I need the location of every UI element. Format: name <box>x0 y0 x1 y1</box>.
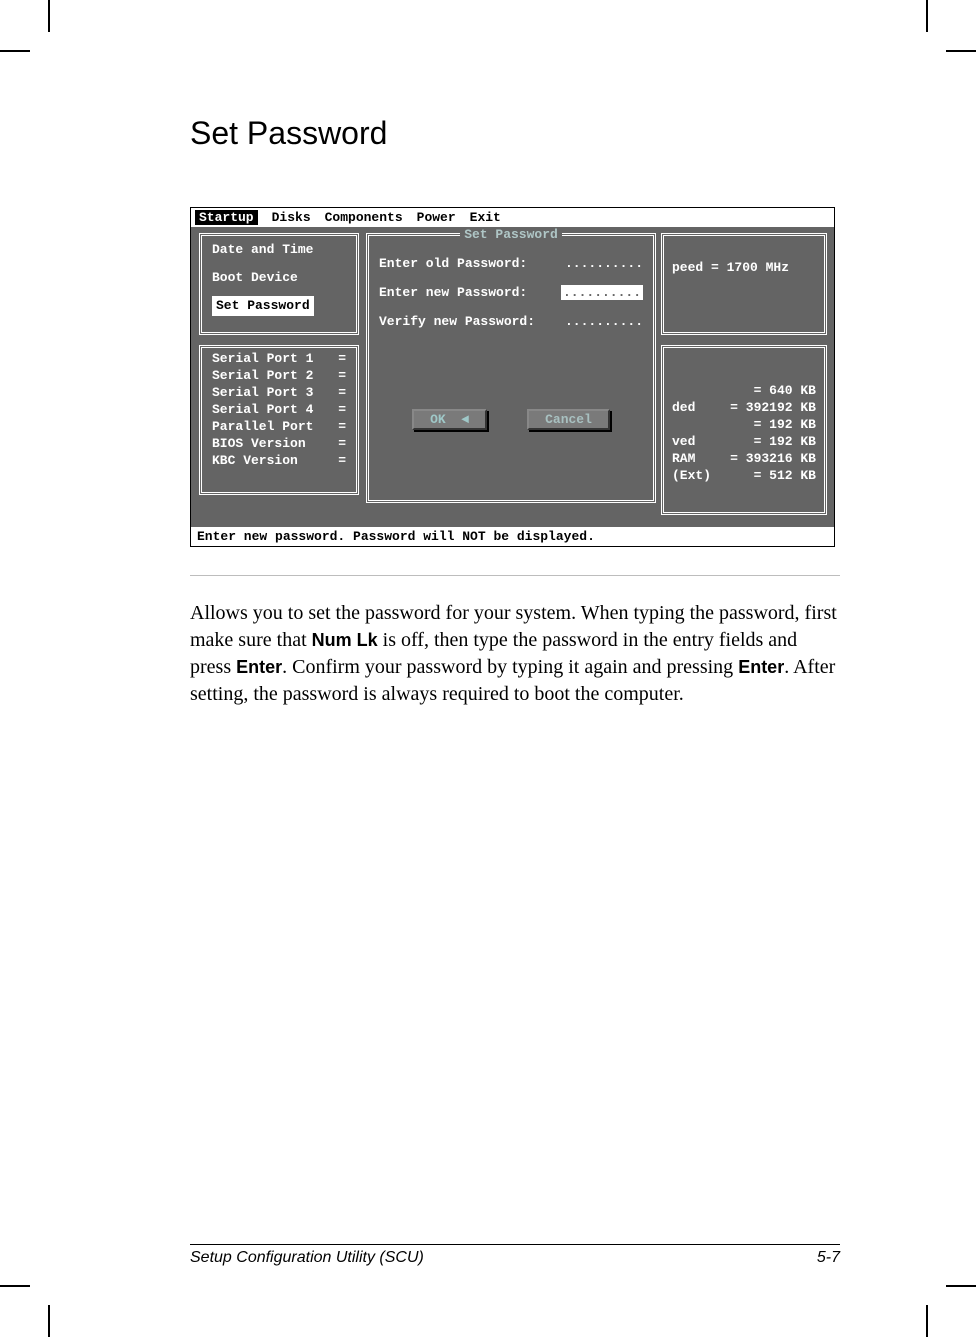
info-val: = <box>338 350 346 367</box>
bios-screenshot: Startup Disks Components Power Exit Date… <box>190 207 835 547</box>
info-val: = <box>338 384 346 401</box>
memory-info-panel: = 640 KB ded = 392192 KB = 192 KB ved = 19… <box>661 345 827 515</box>
verify-password-input[interactable]: .......... <box>565 314 643 329</box>
page-heading: Set Password <box>190 115 840 152</box>
info-label: BIOS Version <box>212 435 306 452</box>
menu-item-set-password[interactable]: Set Password <box>212 296 314 316</box>
old-password-input[interactable]: .......... <box>565 256 643 271</box>
body-text: . Confirm your password by typing it aga… <box>282 656 738 678</box>
cancel-button[interactable]: Cancel <box>527 409 610 430</box>
menu-power[interactable]: Power <box>417 210 456 225</box>
info-val: = <box>338 418 346 435</box>
info-val: = <box>338 435 346 452</box>
info-label: KBC Version <box>212 452 298 469</box>
menu-disks[interactable]: Disks <box>272 210 311 225</box>
info-val: = <box>338 401 346 418</box>
horizontal-rule <box>190 575 840 576</box>
body-paragraph: Allows you to set the password for your … <box>190 600 840 708</box>
info-label: Parallel Port <box>212 418 313 435</box>
mem-label: (Ext) <box>672 467 711 484</box>
mem-label: ved <box>672 433 695 450</box>
cpu-info-panel: peed = 1700 MHz <box>661 233 827 335</box>
info-label: Serial Port 4 <box>212 401 313 418</box>
old-password-label: Enter old Password: <box>379 256 555 271</box>
menu-components[interactable]: Components <box>325 210 403 225</box>
ok-button[interactable]: OK ◄ <box>412 409 487 430</box>
set-password-dialog: Set Password Enter old Password: .......… <box>366 233 656 503</box>
new-password-input[interactable]: .......... <box>561 285 643 300</box>
key-enter: Enter <box>738 657 784 677</box>
info-label: Serial Port 1 <box>212 350 313 367</box>
ok-button-label: OK <box>430 412 446 427</box>
mem-val: = 192 KB <box>754 433 816 450</box>
info-val: = <box>338 367 346 384</box>
info-panel: Serial Port 1 = Serial Port 2 = Serial Por… <box>199 345 359 495</box>
mem-val: = 512 KB <box>754 467 816 484</box>
mem-val: = 640 KB <box>754 382 816 399</box>
mem-val: = 192 KB <box>754 416 816 433</box>
page-number: 5-7 <box>817 1249 840 1267</box>
key-enter: Enter <box>236 657 282 677</box>
verify-password-label: Verify new Password: <box>379 314 555 329</box>
bios-menubar: Startup Disks Components Power Exit <box>191 208 834 227</box>
mem-label: RAM <box>672 450 695 467</box>
info-label: Serial Port 2 <box>212 367 313 384</box>
info-val: = <box>338 452 346 469</box>
menu-startup[interactable]: Startup <box>195 210 258 225</box>
page-footer: Setup Configuration Utility (SCU) 5-7 <box>190 1244 840 1267</box>
new-password-label: Enter new Password: <box>379 285 551 300</box>
mem-val: = 393216 KB <box>730 450 816 467</box>
mem-val: = 392192 KB <box>730 399 816 416</box>
startup-menu-panel: Date and Time Boot Device Set Password <box>199 233 359 335</box>
key-numlk: Num Lk <box>312 630 378 650</box>
menu-item-boot-device[interactable]: Boot Device <box>212 268 346 288</box>
menu-item-date-time[interactable]: Date and Time <box>212 240 346 260</box>
cpu-speed: peed = 1700 MHz <box>672 260 789 275</box>
info-label: Serial Port 3 <box>212 384 313 401</box>
menu-exit[interactable]: Exit <box>470 210 501 225</box>
bios-status-bar: Enter new password. Password will NOT be… <box>191 527 834 546</box>
mem-label: ded <box>672 399 695 416</box>
footer-title: Setup Configuration Utility (SCU) <box>190 1249 424 1267</box>
dialog-title: Set Password <box>460 227 562 242</box>
